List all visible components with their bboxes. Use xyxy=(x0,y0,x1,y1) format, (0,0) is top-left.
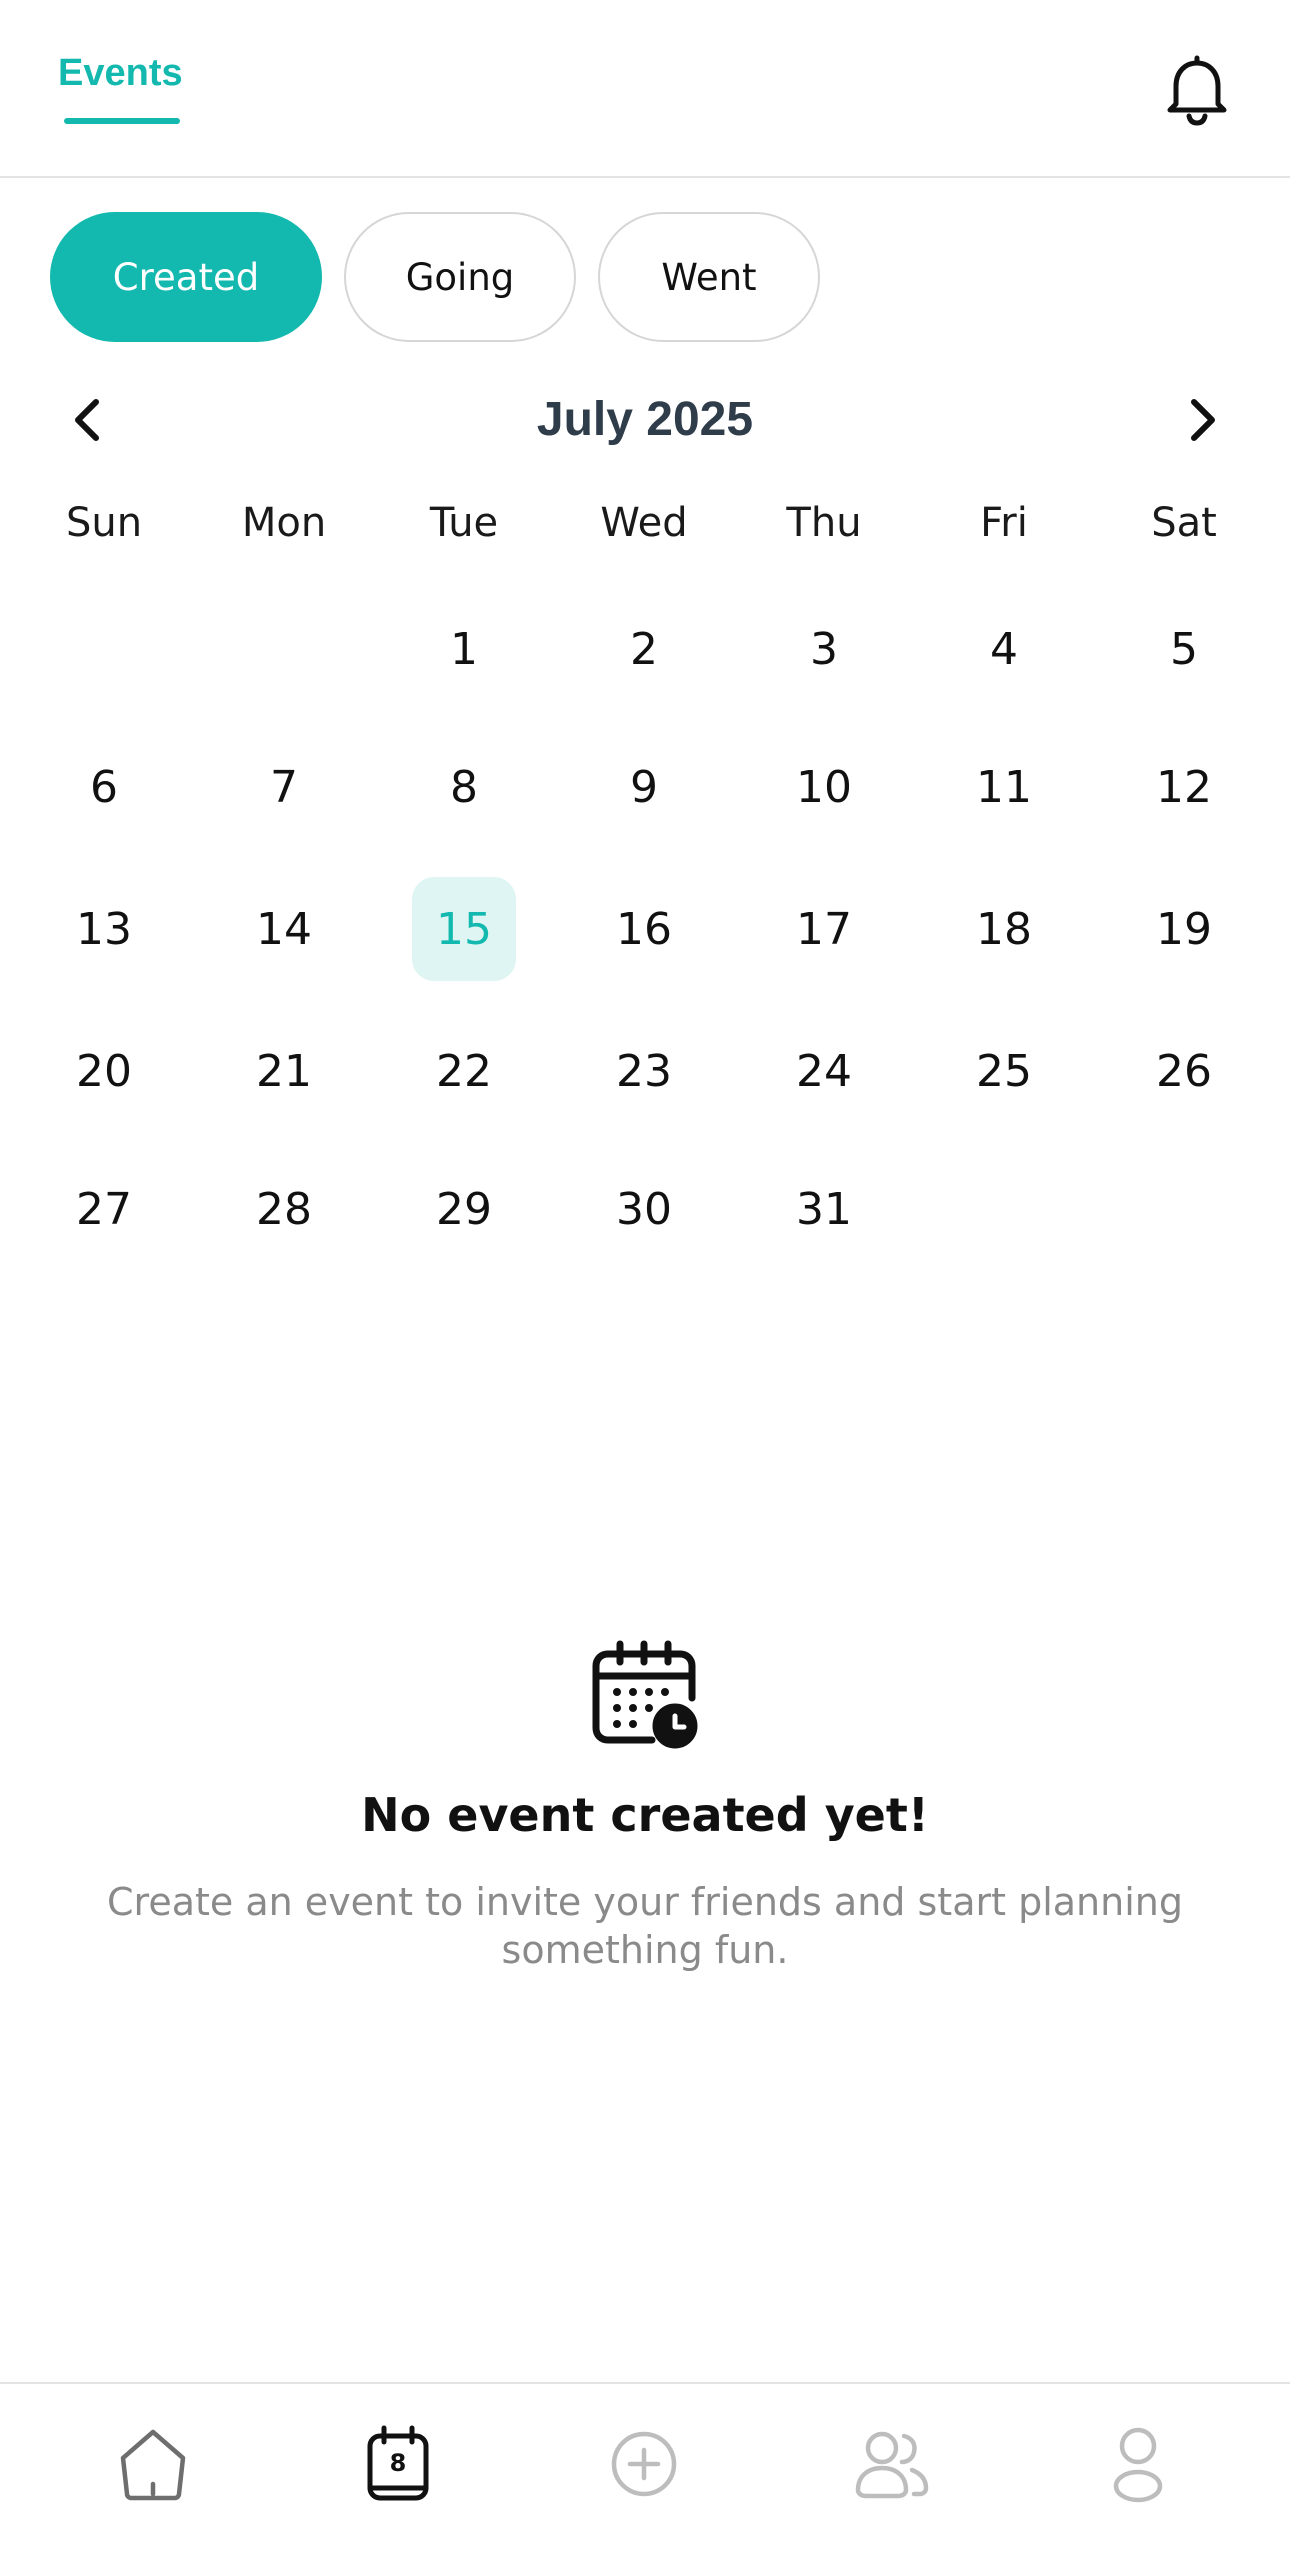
calendar-day-number: 20 xyxy=(76,1045,132,1097)
weekday-label: Mon xyxy=(241,500,327,546)
month-title: July 2025 xyxy=(536,393,754,446)
calendar-day-number: 4 xyxy=(990,623,1018,675)
calendar-day[interactable]: 15 xyxy=(374,856,554,1002)
calendar-day[interactable]: 28 xyxy=(194,1140,374,1278)
calendar-day-number: 1 xyxy=(450,623,478,675)
calendar-day[interactable]: 10 xyxy=(734,718,914,856)
calendar-day[interactable]: 13 xyxy=(14,856,194,1002)
calendar-day-number: 16 xyxy=(616,903,672,955)
weekday-label: Sat xyxy=(1151,500,1217,546)
calendar-day-number: 3 xyxy=(810,623,838,675)
calendar-day-number: 22 xyxy=(436,1045,492,1097)
tab-events-indicator xyxy=(64,118,180,124)
calendar-day[interactable]: 23 xyxy=(554,1002,734,1140)
calendar-day-number: 6 xyxy=(90,761,118,813)
tab-events[interactable]: Events xyxy=(58,52,183,95)
month-navigation: July 2025 xyxy=(0,380,1290,460)
nav-calendar[interactable]: 8 xyxy=(358,2424,438,2504)
calendar-day-number: 27 xyxy=(76,1183,132,1235)
top-header: Events xyxy=(0,0,1290,178)
calendar-day-number: 31 xyxy=(796,1183,852,1235)
calendar-day[interactable]: 2 xyxy=(554,580,734,718)
weekday-label: Wed xyxy=(600,500,688,546)
calendar-day-number: 21 xyxy=(256,1045,312,1097)
calendar-day[interactable]: 7 xyxy=(194,718,374,856)
calendar-day-number: 10 xyxy=(796,761,852,813)
calendar-day[interactable]: 8 xyxy=(374,718,554,856)
calendar-day-empty xyxy=(1094,1140,1274,1278)
calendar-day-grid: 1 2 3 4 5 6 7 8 9 10 11 12 13 14 15 16 17 18 19 20 21 22 23 24 2… xyxy=(14,580,1274,1278)
calendar-day-empty xyxy=(194,580,374,718)
calendar-clock-icon xyxy=(592,1640,698,1749)
calendar-day-number: 25 xyxy=(976,1045,1032,1097)
empty-state-title: No event created yet! xyxy=(361,1788,929,1842)
calendar-day-number: 29 xyxy=(436,1183,492,1235)
calendar-day-number: 24 xyxy=(796,1045,852,1097)
calendar-day[interactable]: 24 xyxy=(734,1002,914,1140)
calendar-day-number: 23 xyxy=(616,1045,672,1097)
calendar-day[interactable]: 5 xyxy=(1094,580,1274,718)
calendar-day-number: 7 xyxy=(270,761,298,813)
calendar-day-number: 13 xyxy=(76,903,132,955)
empty-state-description: Create an event to invite your friends a… xyxy=(107,1880,1183,1972)
filter-created-button[interactable]: Created xyxy=(50,212,322,342)
calendar-day[interactable]: 14 xyxy=(194,856,374,1002)
calendar-day-number: 2 xyxy=(630,623,658,675)
calendar-day[interactable]: 12 xyxy=(1094,718,1274,856)
profile-icon[interactable] xyxy=(1098,2424,1178,2504)
calendar-day[interactable]: 31 xyxy=(734,1140,914,1278)
event-filter-group: Created Going Went xyxy=(50,212,820,342)
weekday-label: Tue xyxy=(429,500,499,546)
calendar-day[interactable]: 27 xyxy=(14,1140,194,1278)
calendar-day[interactable]: 26 xyxy=(1094,1002,1274,1140)
calendar-day-empty xyxy=(14,580,194,718)
bottom-navigation: 8 xyxy=(0,2382,1290,2560)
calendar-day-number: 18 xyxy=(976,903,1032,955)
add-circle-icon[interactable] xyxy=(604,2424,684,2504)
calendar-day[interactable]: 6 xyxy=(14,718,194,856)
calendar-day-number: 17 xyxy=(796,903,852,955)
friends-icon[interactable] xyxy=(852,2424,932,2504)
calendar-day-number: 9 xyxy=(630,761,658,813)
calendar-day-number: 19 xyxy=(1156,903,1212,955)
calendar-day-number: 30 xyxy=(616,1183,672,1235)
calendar-day[interactable]: 25 xyxy=(914,1002,1094,1140)
calendar-day[interactable]: 3 xyxy=(734,580,914,718)
calendar-day[interactable]: 20 xyxy=(14,1002,194,1140)
calendar-day-number: 8 xyxy=(450,761,478,813)
calendar-day[interactable]: 4 xyxy=(914,580,1094,718)
calendar-day[interactable]: 29 xyxy=(374,1140,554,1278)
bell-icon[interactable] xyxy=(1162,52,1232,126)
weekday-label: Fri xyxy=(980,500,1028,546)
calendar-day[interactable]: 17 xyxy=(734,856,914,1002)
calendar-day[interactable]: 22 xyxy=(374,1002,554,1140)
calendar-day-number: 26 xyxy=(1156,1045,1212,1097)
calendar-day[interactable]: 18 xyxy=(914,856,1094,1002)
calendar-day-number: 28 xyxy=(256,1183,312,1235)
calendar-day-number: 15 xyxy=(412,877,516,981)
weekday-header-row: Sun Mon Tue Wed Thu Fri Sat xyxy=(14,500,1274,546)
calendar-day-number: 14 xyxy=(256,903,312,955)
calendar-day[interactable]: 16 xyxy=(554,856,734,1002)
chevron-right-icon[interactable] xyxy=(1172,388,1232,452)
calendar-day[interactable]: 9 xyxy=(554,718,734,856)
empty-state: No event created yet! Create an event to… xyxy=(0,1640,1290,1974)
calendar-day-number: 11 xyxy=(976,761,1032,813)
calendar-day[interactable]: 21 xyxy=(194,1002,374,1140)
calendar-date-badge: 8 xyxy=(389,2449,407,2477)
calendar-day[interactable]: 11 xyxy=(914,718,1094,856)
calendar-day[interactable]: 19 xyxy=(1094,856,1274,1002)
calendar-day[interactable]: 1 xyxy=(374,580,554,718)
calendar-day-number: 12 xyxy=(1156,761,1212,813)
calendar-day[interactable]: 30 xyxy=(554,1140,734,1278)
weekday-label: Thu xyxy=(786,500,862,546)
filter-went-button[interactable]: Went xyxy=(598,212,820,342)
calendar-day-empty xyxy=(914,1140,1094,1278)
weekday-label: Sun xyxy=(65,500,143,546)
calendar-day-number: 5 xyxy=(1170,623,1198,675)
filter-going-button[interactable]: Going xyxy=(344,212,576,342)
home-icon[interactable] xyxy=(113,2424,193,2504)
